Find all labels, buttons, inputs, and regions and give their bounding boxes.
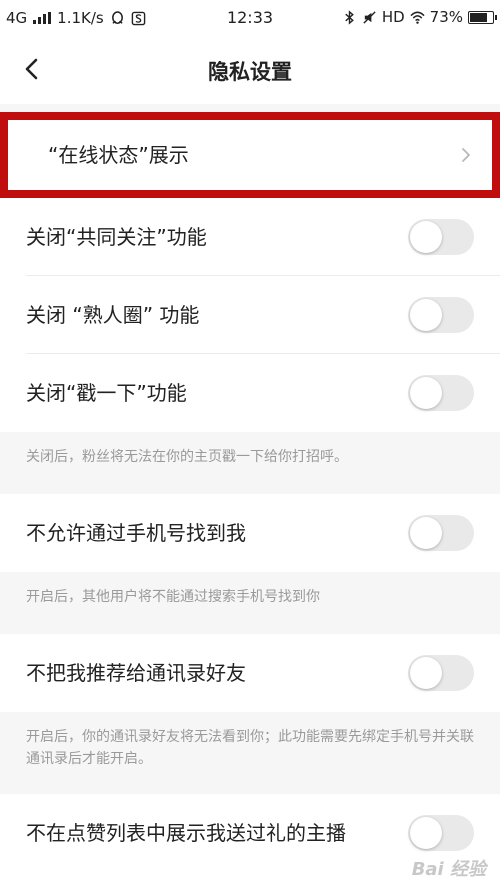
phone-find-label: 不允许通过手机号找到我 xyxy=(26,521,246,545)
chevron-right-icon xyxy=(462,148,470,162)
page-title: 隐私设置 xyxy=(208,60,292,84)
poke-toggle[interactable] xyxy=(408,375,474,411)
acquaintance-toggle[interactable] xyxy=(408,297,474,333)
hd-label: HD xyxy=(381,8,405,26)
settings-list: “在线状态”展示 关闭“共同关注”功能 关闭 “熟人圈” 功能 关闭“戳一下”功… xyxy=(0,112,500,872)
online-status-label: “在线状态”展示 xyxy=(48,143,189,167)
wifi-icon xyxy=(410,11,425,24)
battery-icon xyxy=(468,10,497,24)
gift-list-toggle[interactable] xyxy=(408,815,474,851)
phone-find-note: 开启后，其他用户将不能通过搜索手机号找到你 xyxy=(0,572,500,634)
bluetooth-icon xyxy=(345,9,354,25)
contacts-recommend-note: 开启后，你的通讯录好友将无法看到你；此功能需要先绑定手机号并关联通讯录后才能开启… xyxy=(0,712,500,794)
gift-list-label: 不在点赞列表中展示我送过礼的主播 xyxy=(26,821,346,845)
contacts-recommend-toggle[interactable] xyxy=(408,655,474,691)
poke-label: 关闭“戳一下”功能 xyxy=(26,381,187,405)
toggle-knob xyxy=(410,299,442,331)
watermark-logo: Bai 经验 xyxy=(411,859,486,880)
phone-find-row: 不允许通过手机号找到我 xyxy=(0,494,500,572)
toggle-knob xyxy=(410,517,442,549)
status-bar: 4G 1.1K/s 12:33 HD 73% xyxy=(0,0,500,36)
acquaintance-row: 关闭 “熟人圈” 功能 xyxy=(0,276,500,354)
toggle-knob xyxy=(410,377,442,409)
section-divider xyxy=(0,104,500,112)
online-status-row[interactable]: “在线状态”展示 xyxy=(0,112,500,198)
contacts-recommend-row: 不把我推荐给通讯录好友 xyxy=(0,634,500,712)
toggle-knob xyxy=(410,817,442,849)
toggle-knob xyxy=(410,221,442,253)
poke-row: 关闭“戳一下”功能 xyxy=(0,354,500,432)
acquaintance-label: 关闭 “熟人圈” 功能 xyxy=(26,303,200,327)
phone-find-toggle[interactable] xyxy=(408,515,474,551)
status-right: HD 73% xyxy=(342,8,497,26)
nav-bar: 隐私设置 xyxy=(0,36,500,104)
battery-percent: 73% xyxy=(429,8,463,26)
common-follow-label: 关闭“共同关注”功能 xyxy=(26,225,207,249)
poke-note: 关闭后，粉丝将无法在你的主页戳一下给你打招呼。 xyxy=(0,432,500,494)
common-follow-row: 关闭“共同关注”功能 xyxy=(0,198,500,276)
common-follow-toggle[interactable] xyxy=(408,219,474,255)
mute-icon xyxy=(363,10,376,24)
toggle-knob xyxy=(410,657,442,689)
contacts-recommend-label: 不把我推荐给通讯录好友 xyxy=(26,661,246,685)
